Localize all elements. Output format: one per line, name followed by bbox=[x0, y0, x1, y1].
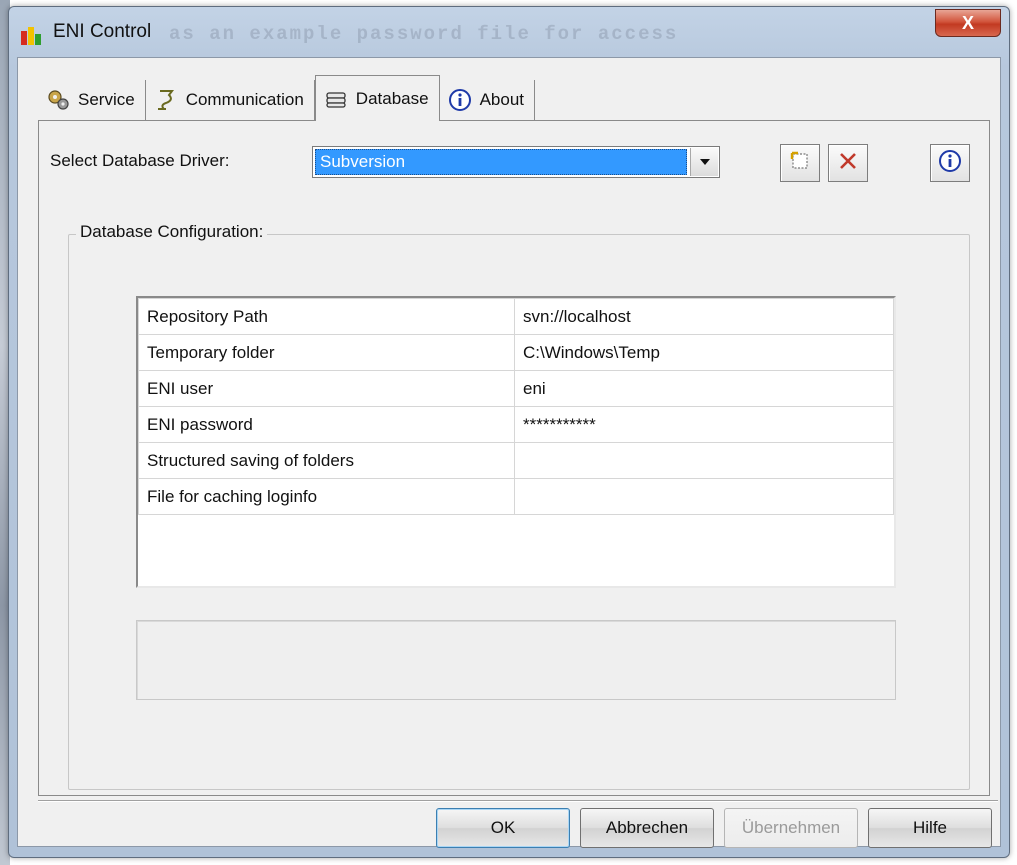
table-row[interactable]: Temporary folder C:\Windows\Temp bbox=[138, 334, 894, 371]
info-icon bbox=[938, 149, 962, 178]
property-value[interactable]: *********** bbox=[514, 406, 894, 443]
tab-about[interactable]: About bbox=[439, 80, 536, 120]
info-icon bbox=[448, 88, 472, 112]
title-bar[interactable]: as an example password file for access E… bbox=[9, 7, 1009, 57]
property-key: ENI user bbox=[138, 370, 515, 407]
delete-x-icon bbox=[837, 150, 859, 177]
app-logo-icon bbox=[21, 27, 43, 45]
new-document-icon bbox=[789, 150, 811, 177]
background-watermark-text: as an example password file for access bbox=[169, 23, 679, 45]
driver-select[interactable]: Subversion bbox=[312, 146, 720, 178]
tab-communication-label: Communication bbox=[185, 90, 304, 109]
property-value[interactable]: svn://localhost bbox=[514, 298, 894, 335]
description-area bbox=[136, 620, 896, 700]
ok-button[interactable]: OK bbox=[436, 808, 570, 848]
table-row[interactable]: Structured saving of folders bbox=[138, 442, 894, 479]
tab-strip: Service Communication Database About bbox=[38, 72, 536, 121]
cancel-button[interactable]: Abbrechen bbox=[580, 808, 714, 848]
window-title: ENI Control bbox=[53, 21, 152, 42]
gears-icon bbox=[46, 88, 70, 112]
table-row[interactable]: ENI user eni bbox=[138, 370, 894, 407]
table-row[interactable]: File for caching loginfo bbox=[138, 478, 894, 515]
tab-database[interactable]: Database bbox=[314, 75, 440, 121]
tab-about-label: About bbox=[479, 90, 525, 109]
tab-communication[interactable]: Communication bbox=[145, 80, 315, 120]
apply-button[interactable]: Übernehmen bbox=[724, 808, 858, 848]
help-button[interactable]: Hilfe bbox=[868, 808, 992, 848]
property-value[interactable]: eni bbox=[514, 370, 894, 407]
configuration-property-grid[interactable]: Repository Path svn://localhost Temporar… bbox=[136, 296, 896, 588]
eni-control-window: as an example password file for access E… bbox=[8, 6, 1010, 858]
button-separator bbox=[38, 800, 998, 802]
dropdown-arrow-icon[interactable] bbox=[690, 148, 718, 176]
property-value[interactable] bbox=[514, 478, 894, 515]
dialog-client-area: Service Communication Database About Sel… bbox=[17, 57, 1001, 848]
property-key: ENI password bbox=[138, 406, 515, 443]
property-value[interactable]: C:\Windows\Temp bbox=[514, 334, 894, 371]
close-button[interactable]: X bbox=[935, 9, 1001, 37]
delete-entry-button[interactable] bbox=[828, 144, 868, 182]
property-key: Structured saving of folders bbox=[138, 442, 515, 479]
database-icon bbox=[324, 87, 348, 111]
driver-info-button[interactable] bbox=[930, 144, 970, 182]
tab-service-label: Service bbox=[78, 90, 135, 109]
configuration-table: Repository Path svn://localhost Temporar… bbox=[138, 298, 894, 515]
tab-database-label: Database bbox=[355, 88, 429, 108]
new-entry-button[interactable] bbox=[780, 144, 820, 182]
plug-icon bbox=[154, 88, 178, 112]
driver-select-value: Subversion bbox=[315, 149, 687, 175]
property-key: Repository Path bbox=[138, 298, 515, 335]
driver-label: Select Database Driver: bbox=[50, 151, 230, 170]
property-value[interactable] bbox=[514, 442, 894, 479]
property-key: Temporary folder bbox=[138, 334, 515, 371]
database-configuration-label: Database Configuration: bbox=[76, 222, 268, 242]
tab-service[interactable]: Service bbox=[38, 80, 146, 120]
table-row[interactable]: Repository Path svn://localhost bbox=[138, 298, 894, 335]
property-key: File for caching loginfo bbox=[138, 478, 515, 515]
table-row[interactable]: ENI password *********** bbox=[138, 406, 894, 443]
